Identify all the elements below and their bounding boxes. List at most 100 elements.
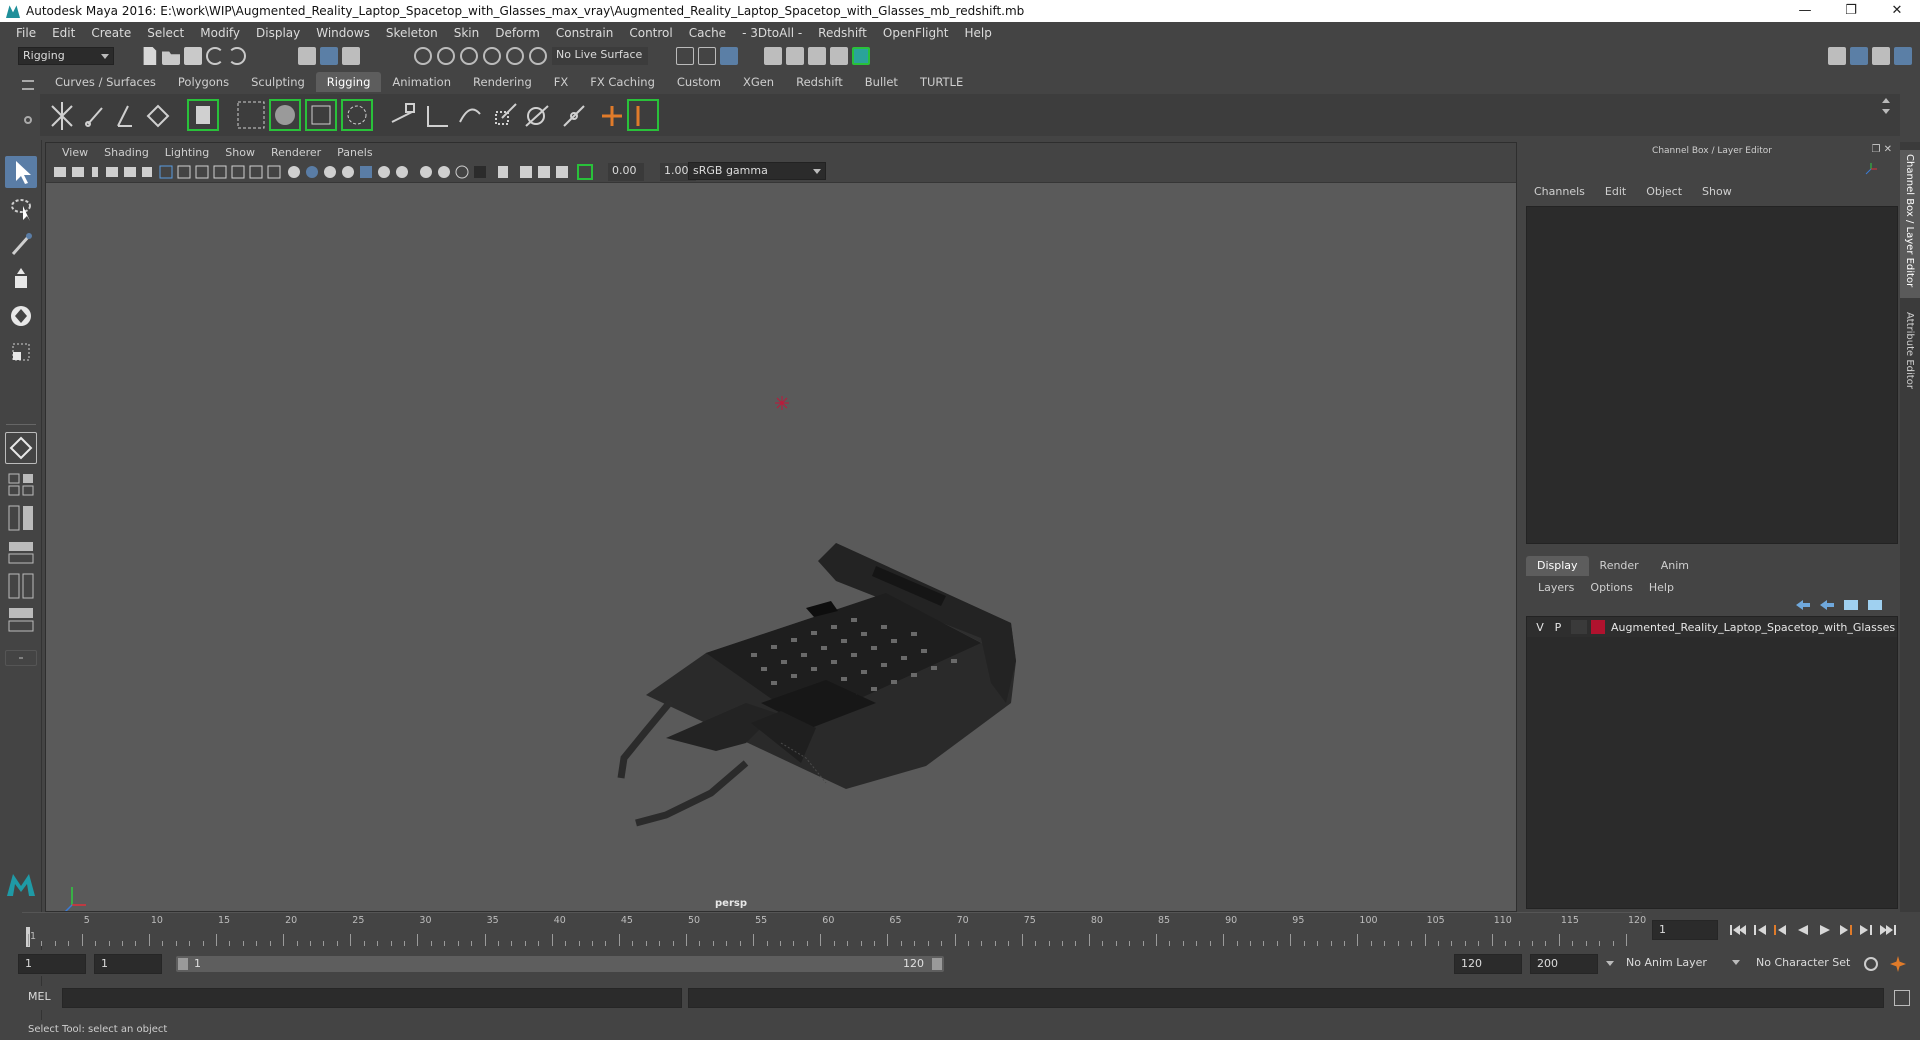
- shelf-tab-turtle[interactable]: TURTLE: [909, 72, 974, 92]
- menu-3dtoall[interactable]: - 3DtoAll -: [734, 26, 810, 40]
- point-constraint-icon[interactable]: [391, 103, 415, 123]
- resolution-gate-icon[interactable]: [195, 165, 209, 179]
- shelf-settings-icon[interactable]: [24, 116, 32, 124]
- color-space-dropdown[interactable]: sRGB gamma: [688, 162, 826, 180]
- character-set-dropdown[interactable]: No Character Set: [1752, 954, 1868, 974]
- playback-start-field[interactable]: 1: [94, 954, 162, 974]
- side-tab-channel-box[interactable]: Channel Box / Layer Editor: [1904, 154, 1915, 287]
- layer-color-swatch[interactable]: [1591, 620, 1605, 634]
- range-end-handle[interactable]: [932, 958, 942, 970]
- snap-point-icon[interactable]: [460, 47, 478, 65]
- redshift-render-icon[interactable]: [852, 47, 870, 65]
- gate-mask-icon[interactable]: [213, 165, 227, 179]
- snap-grid-icon[interactable]: [414, 47, 432, 65]
- shelf-tab-xgen[interactable]: XGen: [732, 72, 785, 92]
- output-ops-icon[interactable]: [698, 47, 716, 65]
- shelf-tab-custom[interactable]: Custom: [666, 72, 732, 92]
- construction-history-icon[interactable]: [720, 47, 738, 65]
- rotate-tool-icon[interactable]: [5, 300, 37, 332]
- all-lights-icon[interactable]: [378, 166, 390, 178]
- vp-menu-panels[interactable]: Panels: [329, 146, 380, 159]
- menu-select[interactable]: Select: [139, 26, 192, 40]
- vp-menu-lighting[interactable]: Lighting: [157, 146, 217, 159]
- menu-deform[interactable]: Deform: [487, 26, 548, 40]
- select-object-icon[interactable]: [320, 47, 338, 65]
- anti-aliasing-icon[interactable]: [455, 165, 469, 179]
- layer-playback-toggle[interactable]: P: [1549, 621, 1567, 634]
- 2d-pan-zoom-icon[interactable]: [124, 167, 136, 177]
- paint-skin-weights-icon[interactable]: [237, 101, 265, 129]
- layer-reference-toggle[interactable]: [1571, 620, 1587, 634]
- script-editor-icon[interactable]: [1894, 990, 1910, 1006]
- ambient-occlusion-icon[interactable]: [420, 166, 432, 178]
- layout-four-view-icon[interactable]: [5, 472, 37, 498]
- hypershade-icon[interactable]: [830, 47, 848, 65]
- menuset-dropdown[interactable]: Rigging: [18, 47, 114, 65]
- shelf-tab-animation[interactable]: Animation: [381, 72, 462, 92]
- depth-of-field-icon[interactable]: [474, 166, 486, 178]
- layout-graph-editor-icon[interactable]: [5, 572, 37, 600]
- live-surface-field[interactable]: No Live Surface: [552, 47, 648, 65]
- field-chart-icon[interactable]: [231, 165, 245, 179]
- aim-constraint-icon[interactable]: [427, 106, 448, 127]
- menu-modify[interactable]: Modify: [192, 26, 248, 40]
- cluster-icon[interactable]: [341, 99, 373, 131]
- tool-settings-icon[interactable]: [1872, 47, 1890, 65]
- select-camera-icon[interactable]: [54, 167, 66, 177]
- new-scene-icon[interactable]: [143, 47, 157, 65]
- smooth-shade-icon[interactable]: [306, 166, 318, 178]
- channel-box-toggle-icon[interactable]: [1894, 47, 1912, 65]
- layout-persp-outliner-icon[interactable]: [5, 540, 37, 566]
- image-plane-icon[interactable]: [106, 167, 118, 177]
- layer-row[interactable]: V P Augmented_Reality_Laptop_Spacetop_wi…: [1527, 617, 1897, 637]
- cb-menu-channels[interactable]: Channels: [1524, 184, 1595, 200]
- vp-menu-shading[interactable]: Shading: [96, 146, 157, 159]
- xray-joints-icon[interactable]: [556, 166, 568, 178]
- cb-menu-object[interactable]: Object: [1636, 184, 1692, 200]
- play-forward-icon[interactable]: [1820, 925, 1830, 935]
- shelf-tab-sculpting[interactable]: Sculpting: [240, 72, 316, 92]
- modeling-toolkit-icon[interactable]: [1828, 47, 1846, 65]
- cb-menu-show[interactable]: Show: [1692, 184, 1742, 200]
- menu-constrain[interactable]: Constrain: [548, 26, 622, 40]
- move-layer-down-icon[interactable]: [1820, 600, 1834, 610]
- go-to-start-icon[interactable]: [1730, 925, 1746, 935]
- step-back-key-icon[interactable]: [1754, 925, 1766, 935]
- restore-button[interactable]: ❐: [1828, 0, 1874, 22]
- shelf-tab-fx-caching[interactable]: FX Caching: [579, 72, 666, 92]
- auto-key-icon[interactable]: [1864, 957, 1878, 971]
- grease-pencil-icon[interactable]: [142, 167, 152, 177]
- grid-toggle-icon[interactable]: [159, 165, 173, 179]
- step-back-frame-icon[interactable]: [1774, 925, 1786, 935]
- command-language-label[interactable]: MEL: [28, 990, 51, 1003]
- render-frame-icon[interactable]: [764, 47, 782, 65]
- layout-two-view-icon[interactable]: [5, 504, 37, 532]
- menu-redshift[interactable]: Redshift: [810, 26, 875, 40]
- go-to-end-icon[interactable]: [1880, 925, 1896, 935]
- safe-title-icon[interactable]: [267, 165, 281, 179]
- new-layer-selected-icon[interactable]: [1868, 600, 1882, 610]
- vp-menu-show[interactable]: Show: [217, 146, 263, 159]
- range-start-handle[interactable]: [178, 958, 188, 970]
- step-forward-key-icon[interactable]: [1860, 925, 1872, 935]
- shelf-tab-curves[interactable]: Curves / Surfaces: [44, 72, 167, 92]
- end-time-field[interactable]: 200: [1530, 954, 1598, 974]
- chevron-down-icon[interactable]: [1882, 109, 1890, 114]
- time-ruler[interactable]: 1 5 10 15 20 25 30 35 40 45 50 55 60 65 70 75 80 85 90 95 10…: [22, 912, 1646, 947]
- anim-layer-dropdown[interactable]: No Anim Layer: [1622, 954, 1744, 974]
- close-button[interactable]: ✕: [1874, 0, 1920, 22]
- step-forward-frame-icon[interactable]: [1840, 925, 1852, 935]
- paint-select-tool-icon[interactable]: [5, 228, 37, 260]
- hik-source-icon[interactable]: [627, 99, 659, 131]
- menu-help[interactable]: Help: [956, 26, 999, 40]
- move-layer-up-icon[interactable]: [1796, 600, 1810, 610]
- menu-cache[interactable]: Cache: [681, 26, 734, 40]
- shadows-icon[interactable]: [396, 166, 408, 178]
- use-default-material-icon[interactable]: [360, 166, 372, 178]
- redo-icon[interactable]: [228, 47, 246, 65]
- layer-name[interactable]: Augmented_Reality_Laptop_Spacetop_with_G…: [1611, 621, 1895, 634]
- viewport-canvas[interactable]: [46, 183, 1516, 914]
- soft-select-icon[interactable]: [5, 432, 37, 464]
- select-component-icon[interactable]: [342, 47, 360, 65]
- shelf-tab-rendering[interactable]: Rendering: [462, 72, 543, 92]
